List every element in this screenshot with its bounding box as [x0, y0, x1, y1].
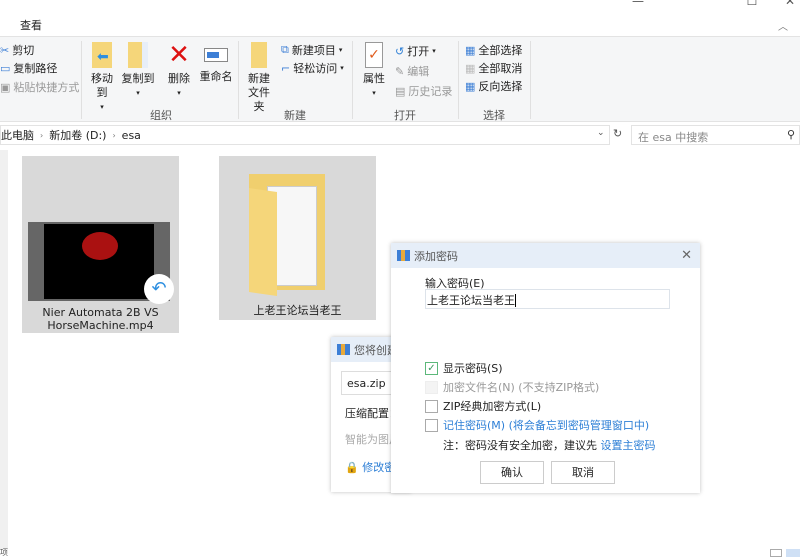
properties-label: 属性: [363, 72, 385, 85]
nav-pane-scrollbar[interactable]: [0, 150, 8, 550]
move-to-button[interactable]: ⬅ 移动到 ▾: [86, 42, 118, 114]
close-dialog-button[interactable]: ✕: [681, 248, 692, 263]
folder-name: 上老王论坛当老王: [253, 304, 342, 317]
new-folder-label-1: 新建: [248, 72, 270, 85]
search-icon: ⚲: [786, 128, 795, 141]
breadcrumb-drive-d[interactable]: 新加卷 (D:): [49, 127, 106, 143]
shortcut-arrow-icon: ↶: [144, 274, 174, 304]
select-all-icon: ▦: [465, 43, 476, 57]
remember-password-label: 记住密码(M) (将会备忘到密码管理窗口中): [443, 419, 650, 432]
move-to-label: 移动到: [91, 72, 113, 99]
history-button[interactable]: 历史记录: [408, 83, 452, 99]
tab-view[interactable]: 查看: [20, 17, 42, 33]
show-password-checkbox[interactable]: ✓ 显示密码(S): [425, 360, 503, 376]
security-note: 注：密码没有安全加密，建议先: [443, 439, 597, 452]
file-name-line-2: HorseMachine.mp4: [47, 319, 154, 332]
file-name-line-1: Nier Automata 2B VS: [42, 306, 159, 319]
zip-icon: [397, 250, 410, 261]
move-to-icon: ⬅: [92, 42, 112, 68]
add-password-dialog: 添加密码 ✕ 输入密码(E) 上老王论坛当老王 ✓ 显示密码(S) 加密文件名(N…: [391, 243, 700, 493]
history-icon: ▤: [395, 84, 406, 98]
encrypt-filenames-checkbox[interactable]: 加密文件名(N) (不支持ZIP格式): [425, 379, 599, 395]
breadcrumb-this-pc[interactable]: 此电脑: [1, 127, 34, 143]
paste-shortcut-icon: ▣: [0, 80, 11, 94]
group-select-label: 选择: [483, 109, 505, 122]
select-none-button[interactable]: 全部取消: [478, 60, 522, 76]
checkmark-icon: ✓: [425, 361, 438, 375]
new-item-icon: ⧉: [281, 43, 289, 56]
delete-button[interactable]: ✕ 删除 ▾: [166, 42, 192, 100]
copy-to-icon: [128, 42, 148, 68]
cancel-button[interactable]: 取消: [551, 461, 615, 484]
open-button[interactable]: 打开: [407, 43, 429, 59]
open-icon: ↺: [395, 44, 405, 58]
search-input[interactable]: 在 esa 中搜索 ⚲: [631, 125, 800, 145]
lock-icon: 🔒: [345, 461, 359, 474]
properties-icon: ✓: [365, 42, 383, 68]
details-view-button[interactable]: [770, 549, 782, 557]
group-organize-label: 组织: [150, 109, 172, 122]
rename-icon: [204, 48, 228, 62]
address-bar[interactable]: 此电脑 › 新加卷 (D:) › esa ⌄: [0, 125, 610, 145]
copy-to-button[interactable]: 复制到 ▾: [121, 42, 155, 100]
remember-password-checkbox[interactable]: 记住密码(M) (将会备忘到密码管理窗口中): [425, 417, 649, 433]
zip-classic-checkbox[interactable]: ZIP经典加密方式(L): [425, 398, 541, 414]
dialog-title: 添加密码: [414, 249, 458, 263]
properties-button[interactable]: ✓ 属性 ▾: [360, 42, 388, 100]
select-none-icon: ▦: [465, 61, 476, 75]
edit-icon: ✎: [395, 64, 405, 78]
zip-classic-label: ZIP经典加密方式(L): [443, 400, 542, 413]
cut-button[interactable]: 剪切: [12, 42, 34, 58]
large-icons-view-button[interactable]: [786, 549, 800, 557]
edit-button[interactable]: 编辑: [407, 63, 429, 79]
new-folder-button[interactable]: 新建 文件夹: [243, 42, 275, 114]
new-folder-label-2: 文件夹: [248, 86, 270, 113]
status-item-count: 项: [0, 548, 8, 557]
scissors-icon: ✂: [0, 43, 10, 57]
invert-selection-icon: ▦: [465, 79, 476, 93]
ribbon: ✂ 剪切 ▭ 复制路径 ▣ 粘贴快捷方式 ⬅ 移动到 ▾ 复制到 ▾ ✕ 删除 ▾ 重命名 …: [0, 36, 800, 122]
delete-label: 删除: [168, 72, 190, 85]
rename-button[interactable]: 重命名: [198, 42, 234, 84]
rename-label: 重命名: [199, 70, 233, 83]
invert-selection-button[interactable]: 反向选择: [478, 78, 522, 94]
group-new-label: 新建: [284, 109, 306, 122]
maximize-button[interactable]: ☐: [742, 0, 762, 8]
folder-icon: [249, 174, 325, 296]
minimize-button[interactable]: —: [628, 0, 648, 8]
easy-access-button[interactable]: 轻松访问: [293, 60, 337, 76]
encrypt-filenames-label: 加密文件名(N) (不支持ZIP格式): [443, 381, 600, 394]
archive-filename: esa.zip: [347, 377, 386, 390]
ok-button[interactable]: 确认: [480, 461, 544, 484]
breadcrumb-esa[interactable]: esa: [122, 129, 141, 142]
copy-to-label: 复制到: [121, 72, 155, 85]
password-value: 上老王论坛当老王: [427, 294, 515, 307]
group-open-label: 打开: [394, 109, 416, 122]
new-folder-icon: [251, 42, 267, 68]
select-all-button[interactable]: 全部选择: [478, 42, 522, 58]
password-input[interactable]: 上老王论坛当老王: [425, 289, 670, 309]
easy-access-icon: ⌐: [281, 61, 291, 75]
refresh-icon[interactable]: ↻: [613, 127, 622, 140]
address-dropdown-icon[interactable]: ⌄: [597, 128, 605, 138]
close-window-button[interactable]: ✕: [780, 0, 800, 8]
paste-shortcut-button[interactable]: 粘贴快捷方式: [13, 79, 79, 95]
set-master-password-link[interactable]: 设置主密码: [601, 439, 656, 452]
file-item-video[interactable]: ↶ Nier Automata 2B VS HorseMachine.mp4: [22, 156, 179, 333]
delete-icon: ✕: [168, 40, 190, 70]
copy-path-icon: ▭: [0, 61, 11, 75]
search-placeholder: 在 esa 中搜索: [638, 131, 709, 144]
show-password-label: 显示密码(S): [443, 362, 503, 375]
collapse-ribbon-icon[interactable]: ︿: [778, 18, 788, 33]
new-item-button[interactable]: 新建项目: [292, 42, 336, 58]
copy-path-button[interactable]: 复制路径: [13, 60, 57, 76]
file-item-folder[interactable]: 上老王论坛当老王: [219, 156, 376, 320]
zip-icon: [337, 344, 350, 355]
